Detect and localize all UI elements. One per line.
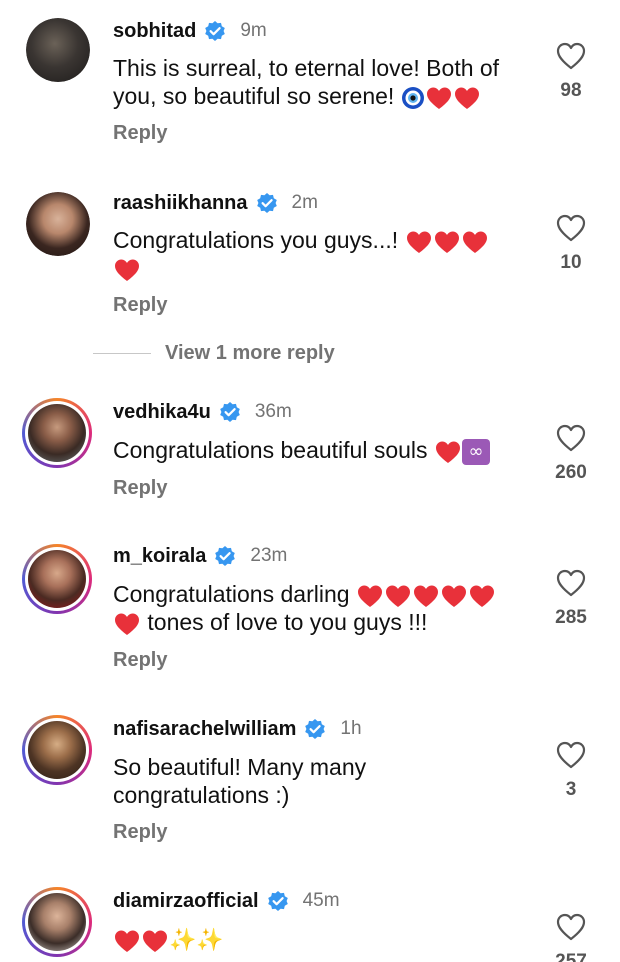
username[interactable]: nafisarachelwilliam [113, 718, 296, 741]
timestamp: 45m [302, 890, 340, 911]
reply-button[interactable]: Reply [113, 821, 167, 844]
like-count: 3 [565, 779, 577, 800]
reply-button[interactable]: Reply [113, 477, 167, 500]
avatar[interactable] [22, 544, 92, 614]
red-heart-icon [142, 929, 168, 953]
like-count: 10 [560, 252, 582, 273]
like-count: 257 [555, 951, 587, 962]
red-heart-icon [385, 584, 411, 608]
red-heart-icon [114, 612, 140, 636]
heart-outline-icon[interactable] [556, 569, 586, 597]
username[interactable]: raashiikhanna [113, 192, 248, 215]
comment-line: So beautiful! Many many [113, 754, 367, 780]
reply-button[interactable]: Reply [113, 294, 167, 317]
comment-line: Congratulations beautiful souls [113, 437, 428, 463]
heart-outline-icon[interactable] [556, 424, 586, 452]
comment-line: you, so beautiful so serene! [113, 83, 395, 109]
comment-line: Congratulations you guys...! [113, 227, 399, 253]
username[interactable]: diamirzaofficial [113, 890, 259, 913]
avatar[interactable] [26, 18, 90, 82]
red-heart-icon [357, 584, 383, 608]
heart-outline-icon[interactable] [556, 741, 586, 769]
avatar[interactable] [22, 887, 92, 957]
comment-text: ✨✨ [113, 925, 533, 955]
infinity-icon: ∞ [461, 438, 490, 465]
comment-text: Congratulations darling tones of love to… [113, 580, 533, 636]
red-heart-icon [469, 584, 495, 608]
red-heart-icon [462, 230, 488, 254]
reply-button[interactable]: Reply [113, 649, 167, 672]
like-count: 285 [555, 607, 587, 628]
verified-badge-icon [304, 718, 326, 740]
like-count: 260 [555, 462, 587, 483]
view-more-replies[interactable]: View 1 more reply [93, 342, 335, 365]
timestamp: 23m [250, 545, 288, 566]
red-heart-icon [441, 584, 467, 608]
comment-line: congratulations :) [113, 782, 290, 808]
nazar-amulet-icon [401, 86, 424, 109]
red-heart-icon [426, 86, 452, 110]
comment-line: Congratulations darling [113, 581, 350, 607]
timestamp: 36m [254, 401, 292, 422]
red-heart-icon [114, 929, 140, 953]
heart-outline-icon[interactable] [556, 214, 586, 242]
username[interactable]: vedhika4u [113, 401, 211, 424]
avatar[interactable] [26, 192, 90, 256]
red-heart-icon [406, 230, 432, 254]
sparkles-icon: ✨ [196, 927, 224, 953]
comment-text: Congratulations you guys...! [113, 226, 533, 282]
timestamp: 9m [240, 20, 267, 41]
heart-outline-icon[interactable] [556, 913, 586, 941]
verified-badge-icon [204, 20, 226, 42]
timestamp: 1h [340, 718, 362, 739]
red-heart-icon [114, 258, 140, 282]
avatar[interactable] [22, 715, 92, 785]
view-more-replies-label[interactable]: View 1 more reply [165, 342, 335, 365]
comment-line: tones of love to you guys !!! [147, 609, 428, 635]
timestamp: 2m [291, 192, 318, 213]
reply-button[interactable]: Reply [113, 122, 167, 145]
sparkles-icon: ✨ [169, 927, 197, 953]
heart-outline-icon[interactable] [556, 42, 586, 70]
comment-text: Congratulations beautiful souls ∞ [113, 436, 533, 465]
comment-text: This is surreal, to eternal love! Both o… [113, 54, 533, 110]
comment-text: So beautiful! Many many congratulations … [113, 753, 533, 809]
username[interactable]: sobhitad [113, 20, 196, 43]
red-heart-icon [435, 440, 461, 464]
red-heart-icon [454, 86, 480, 110]
username[interactable]: m_koirala [113, 545, 206, 568]
divider [93, 353, 151, 354]
like-count: 98 [560, 80, 582, 101]
red-heart-icon [413, 584, 439, 608]
comment-line: This is surreal, to eternal love! Both o… [113, 55, 500, 81]
verified-badge-icon [214, 545, 236, 567]
verified-badge-icon [256, 192, 278, 214]
red-heart-icon [434, 230, 460, 254]
verified-badge-icon [219, 401, 241, 423]
avatar[interactable] [22, 398, 92, 468]
verified-badge-icon [267, 890, 289, 912]
